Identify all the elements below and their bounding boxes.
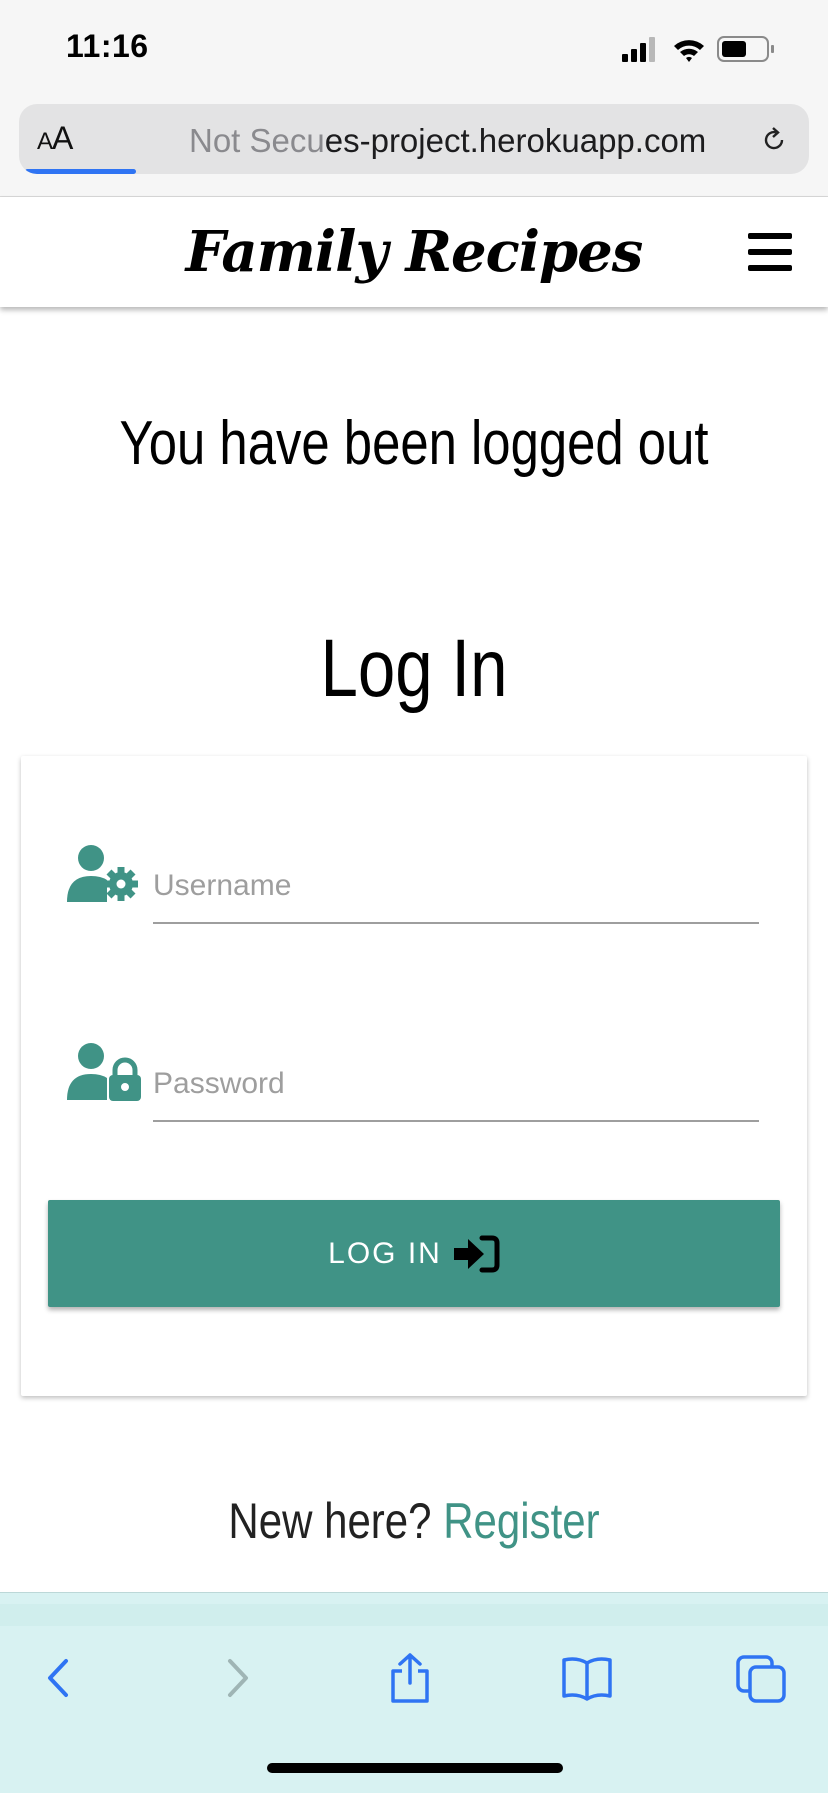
site-navbar: Family Recipes <box>0 197 828 307</box>
status-indicators <box>622 36 774 62</box>
reload-icon[interactable] <box>761 126 787 154</box>
menu-bar <box>748 233 792 239</box>
status-bar: 11:16 <box>0 0 828 98</box>
status-time: 11:16 <box>66 28 149 64</box>
share-icon[interactable] <box>383 1651 437 1705</box>
flash-message: You have been logged out <box>119 409 709 478</box>
tabs-icon[interactable] <box>734 1651 788 1705</box>
register-prompt: New here? <box>228 1493 432 1549</box>
home-indicator[interactable] <box>267 1763 563 1773</box>
forward-arrow-icon[interactable] <box>210 1651 264 1705</box>
menu-bar <box>748 265 792 271</box>
password-field[interactable] <box>153 1056 759 1122</box>
user-gear-icon <box>67 845 138 902</box>
back-arrow-icon[interactable] <box>32 1651 86 1705</box>
menu-bar <box>748 249 792 255</box>
text-size-button[interactable]: AA <box>37 120 73 160</box>
brand-logo[interactable]: Family Recipes <box>0 219 828 285</box>
user-lock-icon <box>67 1043 141 1101</box>
page-title: Log In <box>320 623 508 714</box>
login-button-label: LOG IN <box>328 1236 442 1270</box>
login-card: LOG IN <box>21 756 807 1396</box>
url-text[interactable]: Not Secues-project.herokuapp.com <box>189 122 749 162</box>
url-domain: es-project.herokuapp.com <box>324 122 707 159</box>
signal-icon <box>622 37 655 62</box>
battery-icon <box>717 36 774 62</box>
hamburger-menu-icon[interactable] <box>748 233 792 271</box>
url-security-label: Not Secu <box>189 122 325 159</box>
bookmarks-icon[interactable] <box>560 1651 614 1705</box>
url-field[interactable]: AA Not Secues-project.herokuapp.com <box>19 104 809 174</box>
browser-address-bar: AA Not Secues-project.herokuapp.com <box>0 98 828 197</box>
wifi-icon <box>674 40 704 62</box>
register-link[interactable]: Register <box>443 1493 599 1549</box>
sign-in-icon <box>453 1235 500 1272</box>
username-field[interactable] <box>153 858 759 924</box>
register-prompt-line: New here? Register <box>66 1492 762 1550</box>
login-button[interactable]: LOG IN <box>48 1200 780 1307</box>
page-load-progress <box>25 169 136 174</box>
